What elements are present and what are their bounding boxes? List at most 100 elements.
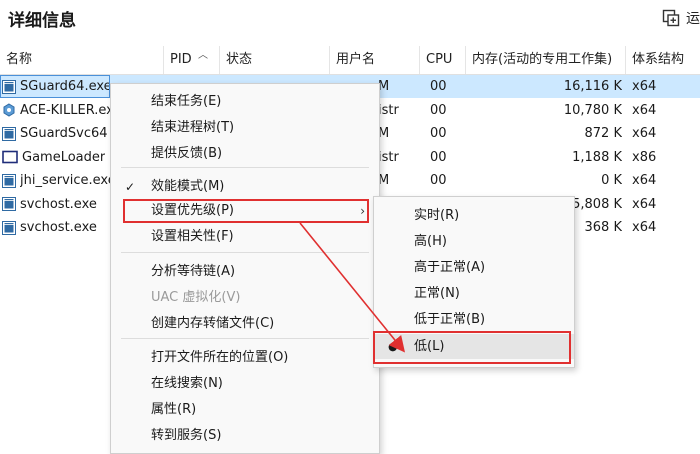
cpu-cell: 00 bbox=[430, 126, 447, 141]
menu-item-label: UAC 虚拟化(V) bbox=[151, 290, 241, 305]
column-header-memory[interactable]: 内存(活动的专用工作集) bbox=[466, 46, 626, 74]
run-task-icon bbox=[662, 9, 680, 27]
menu-item-label: 属性(R) bbox=[151, 402, 197, 417]
menu-item-label: 创建内存转储文件(C) bbox=[151, 316, 275, 331]
username-cell: istr bbox=[378, 149, 399, 165]
priority-item-label: 低于正常(B) bbox=[414, 312, 486, 327]
menu-item-set-priority[interactable]: 设置优先级(P) › bbox=[111, 199, 379, 223]
column-header-status[interactable]: 状态 bbox=[220, 46, 330, 74]
context-menu: 结束任务(E) 结束进程树(T) 提供反馈(B) ✓ 效能模式(M) 设置优先级(P) › 设… bbox=[110, 83, 380, 454]
menu-item-label: 提供反馈(B) bbox=[151, 146, 223, 161]
priority-item-below-normal[interactable]: 低于正常(B) bbox=[374, 307, 574, 332]
process-name-cell[interactable]: ACE-KILLER.exe bbox=[0, 99, 110, 122]
menu-item-label: 分析等待链(A) bbox=[151, 264, 236, 279]
menu-item-end-process-tree[interactable]: 结束进程树(T) bbox=[111, 116, 379, 140]
page-title: 详细信息 bbox=[8, 11, 76, 31]
memory-cell: 872 K bbox=[584, 126, 622, 141]
checkmark-icon: ✓ bbox=[125, 180, 136, 194]
process-name: jhi_service.exe bbox=[20, 173, 110, 188]
app-window-icon bbox=[2, 173, 16, 188]
menu-item-go-to-services[interactable]: 转到服务(S) bbox=[111, 424, 379, 448]
menu-item-create-dump-file[interactable]: 创建内存转储文件(C) bbox=[111, 312, 379, 336]
priority-item-high[interactable]: 高(H) bbox=[374, 229, 574, 254]
sort-chevron-icon: ︿ bbox=[198, 50, 208, 61]
memory-cell: 10,780 K bbox=[563, 102, 622, 118]
priority-item-above-normal[interactable]: 高于正常(A) bbox=[374, 255, 574, 280]
process-name-cell[interactable]: svchost.exe bbox=[0, 216, 110, 239]
column-header-username[interactable]: 用户名 bbox=[330, 46, 420, 74]
arch-cell: x64 bbox=[632, 126, 657, 141]
menu-item-label: 结束进程树(T) bbox=[151, 120, 235, 135]
process-name-cell[interactable]: SGuard64.exe bbox=[0, 75, 110, 98]
run-task-label: 运 bbox=[686, 11, 700, 27]
run-new-task-button[interactable]: 运 bbox=[662, 8, 700, 28]
arch-cell: x64 bbox=[632, 196, 657, 212]
process-name: SGuardSvc64 bbox=[20, 126, 108, 141]
menu-item-search-online[interactable]: 在线搜索(N) bbox=[111, 372, 379, 396]
memory-cell: 16,116 K bbox=[563, 79, 622, 94]
column-header-name[interactable]: 名称 bbox=[0, 46, 164, 74]
arch-cell: x64 bbox=[632, 102, 657, 118]
chevron-right-icon: › bbox=[360, 204, 365, 218]
menu-divider bbox=[121, 338, 369, 339]
process-name: SGuard64.exe bbox=[20, 79, 110, 94]
memory-cell: 0 K bbox=[601, 173, 622, 188]
menu-item-open-file-location[interactable]: 打开文件所在的位置(O) bbox=[111, 346, 379, 370]
arch-cell: x64 bbox=[632, 220, 657, 235]
cpu-cell: 00 bbox=[430, 102, 447, 118]
gear-app-icon bbox=[3, 103, 15, 117]
priority-item-label: 实时(R) bbox=[414, 208, 460, 223]
priority-submenu: 实时(R) 高(H) 高于正常(A) 正常(N) 低于正常(B) ● 低(L) bbox=[373, 196, 575, 368]
column-header-pid[interactable]: PID bbox=[164, 46, 220, 74]
username-cell: M bbox=[378, 173, 390, 188]
cpu-cell: 00 bbox=[430, 173, 447, 188]
username-cell: M bbox=[378, 79, 390, 94]
priority-item-label: 高(H) bbox=[414, 234, 447, 249]
priority-item-low[interactable]: ● 低(L) bbox=[374, 334, 574, 359]
username-cell: M bbox=[378, 126, 390, 141]
menu-item-label: 打开文件所在的位置(O) bbox=[151, 350, 289, 365]
process-name: ACE-KILLER.exe bbox=[20, 102, 110, 118]
arch-cell: x86 bbox=[632, 149, 657, 165]
menu-item-efficiency-mode[interactable]: ✓ 效能模式(M) bbox=[111, 175, 379, 199]
priority-item-realtime[interactable]: 实时(R) bbox=[374, 203, 574, 228]
menu-item-label: 转到服务(S) bbox=[151, 428, 222, 443]
menu-item-set-affinity[interactable]: 设置相关性(F) bbox=[111, 225, 379, 249]
app-window-icon bbox=[2, 126, 16, 141]
column-header-cpu[interactable]: CPU bbox=[420, 46, 466, 74]
app-window-icon bbox=[2, 220, 16, 235]
process-name: svchost.exe bbox=[20, 220, 97, 235]
menu-item-end-task[interactable]: 结束任务(E) bbox=[111, 90, 379, 114]
menu-item-properties[interactable]: 属性(R) bbox=[111, 398, 379, 422]
menu-item-label: 设置优先级(P) bbox=[151, 203, 234, 218]
radio-bullet-icon: ● bbox=[388, 340, 398, 353]
priority-item-normal[interactable]: 正常(N) bbox=[374, 281, 574, 306]
menu-item-uac-virtualization: UAC 虚拟化(V) bbox=[111, 286, 379, 310]
process-name: GameLoader bbox=[22, 149, 106, 165]
process-name-cell[interactable]: svchost.exe bbox=[0, 193, 110, 216]
arch-cell: x64 bbox=[632, 79, 657, 94]
priority-item-label: 正常(N) bbox=[414, 286, 460, 301]
app-window-icon bbox=[2, 197, 16, 211]
menu-item-label: 设置相关性(F) bbox=[151, 229, 234, 244]
menu-item-provide-feedback[interactable]: 提供反馈(B) bbox=[111, 142, 379, 166]
menu-item-analyze-wait-chain[interactable]: 分析等待链(A) bbox=[111, 260, 379, 284]
priority-item-label: 高于正常(A) bbox=[414, 260, 486, 275]
memory-cell: 1,188 K bbox=[572, 149, 622, 165]
priority-item-label: 低(L) bbox=[414, 339, 445, 354]
menu-item-label: 在线搜索(N) bbox=[151, 376, 223, 391]
window-frame-icon bbox=[2, 150, 18, 164]
menu-divider bbox=[121, 167, 369, 168]
arch-cell: x64 bbox=[632, 173, 657, 188]
username-cell: istr bbox=[378, 102, 399, 118]
process-name-cell[interactable]: SGuardSvc64 bbox=[0, 122, 110, 145]
process-name: svchost.exe bbox=[20, 196, 97, 212]
column-header-arch[interactable]: 体系结构 bbox=[626, 46, 700, 74]
cpu-cell: 00 bbox=[430, 79, 447, 94]
column-header-row: 名称 PID 状态 用户名 CPU 内存(活动的专用工作集) 体系结构 ︿ bbox=[0, 46, 700, 75]
menu-item-label: 效能模式(M) bbox=[151, 179, 225, 194]
process-name-cell[interactable]: GameLoader bbox=[0, 146, 110, 169]
menu-item-label: 结束任务(E) bbox=[151, 94, 222, 109]
app-window-icon bbox=[2, 79, 16, 94]
process-name-cell[interactable]: jhi_service.exe bbox=[0, 169, 110, 192]
